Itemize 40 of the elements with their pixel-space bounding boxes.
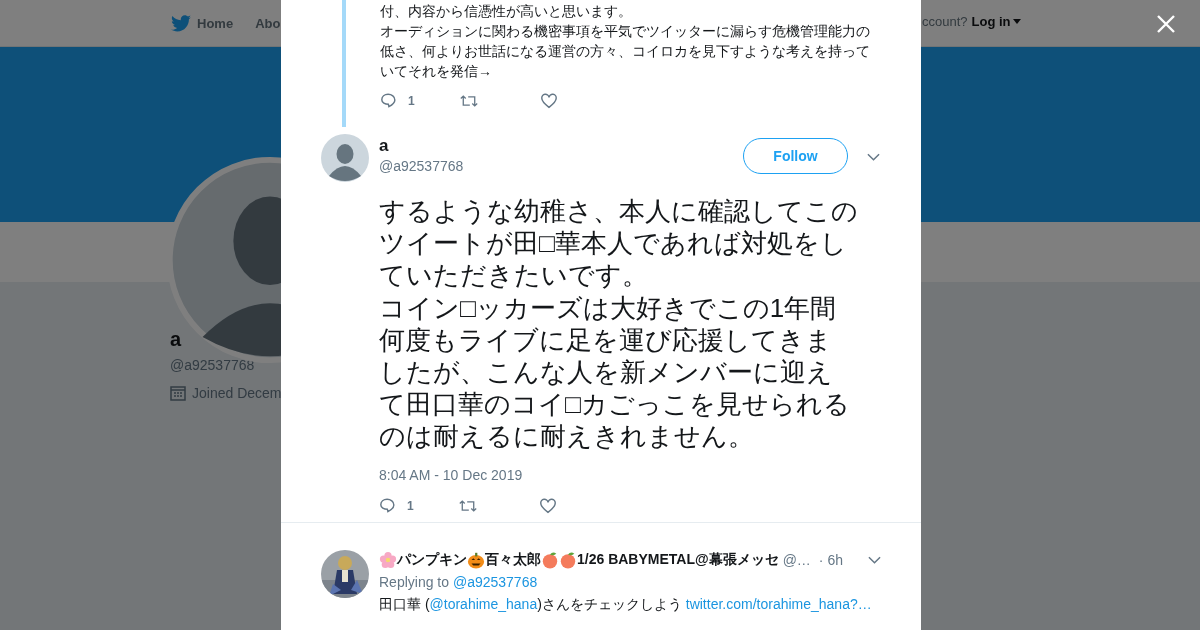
chevron-icon[interactable] bbox=[867, 153, 880, 161]
caret-icon bbox=[1012, 19, 1021, 24]
nav-link[interactable]: Abo bbox=[255, 15, 281, 31]
timestamp[interactable]: 8:04 AM - 10 Dec 2019 bbox=[379, 466, 881, 483]
tweet-link[interactable]: twitter.com/torahime_hana?… bbox=[685, 596, 872, 612]
reply-icon bbox=[380, 92, 398, 110]
tweet-link[interactable]: @torahime_hana bbox=[429, 596, 538, 612]
tweet-text: するような幼稚さ、本人に確認してこの ツイートが田□華本人であれば対処をし ていただきたいです。 コイン□ッカーズは大好きでこの1年間 何度もライブに足を運び応援してきま したが、こんな人を新メンバーに迎え て田口華のコイ□カごっこを見せられる のは耐えるに耐えきれません。 bbox=[379, 195, 859, 453]
user-name: 1/26 BABYMETAL@幕張メッセ bbox=[577, 551, 779, 569]
retweet-icon bbox=[460, 92, 478, 110]
heart-icon bbox=[539, 496, 557, 515]
user-handle: @… bbox=[782, 552, 811, 568]
user-name: a bbox=[379, 135, 390, 157]
profile-handle: @a92537768 bbox=[170, 357, 255, 373]
tweet-time[interactable]: · 6h bbox=[818, 552, 843, 568]
reply-icon bbox=[379, 496, 397, 515]
close-button[interactable] bbox=[1156, 14, 1176, 34]
bird-icon bbox=[171, 14, 191, 32]
profile-name: a bbox=[170, 328, 182, 351]
tweet-text: 付、内容から信憑性が高いと思います。 オーディションに関わる機密事項を平気でツイッターに漏らす危機管理能力の 低さ、何よりお世話になる運営の方々、コイロカを見下すような考えを持って いてそれを発信→ bbox=[380, 2, 870, 81]
user-handle: @a92537768 bbox=[379, 158, 465, 174]
replying-label: Replying to bbox=[379, 574, 450, 590]
mention-link[interactable]: @a92537768 bbox=[452, 574, 538, 590]
login-link[interactable]: Log in bbox=[971, 14, 1021, 29]
tweet-text: 田口華 (@torahime_hana)さんをチェックしよう twitter.com/torahime_hana?… bbox=[379, 596, 873, 614]
user-name: パンプキン bbox=[397, 551, 467, 569]
reply-button[interactable]: 1 bbox=[379, 495, 459, 516]
heart-icon bbox=[540, 92, 558, 110]
flower-icon bbox=[379, 551, 397, 569]
user-name: 百々太郎 bbox=[485, 551, 541, 569]
peach-icon bbox=[559, 551, 577, 569]
follow-button[interactable]: Follow bbox=[743, 138, 848, 174]
pumpkin-icon bbox=[467, 551, 485, 569]
home-link[interactable]: Home bbox=[171, 14, 234, 32]
calendar-icon bbox=[170, 385, 186, 401]
peach-icon bbox=[541, 551, 559, 569]
chevron-icon[interactable] bbox=[868, 556, 881, 564]
account-prompt: ccount? bbox=[922, 14, 968, 29]
reply-button[interactable]: 1 bbox=[380, 91, 460, 111]
joined-date: Joined Decem bbox=[192, 385, 282, 401]
